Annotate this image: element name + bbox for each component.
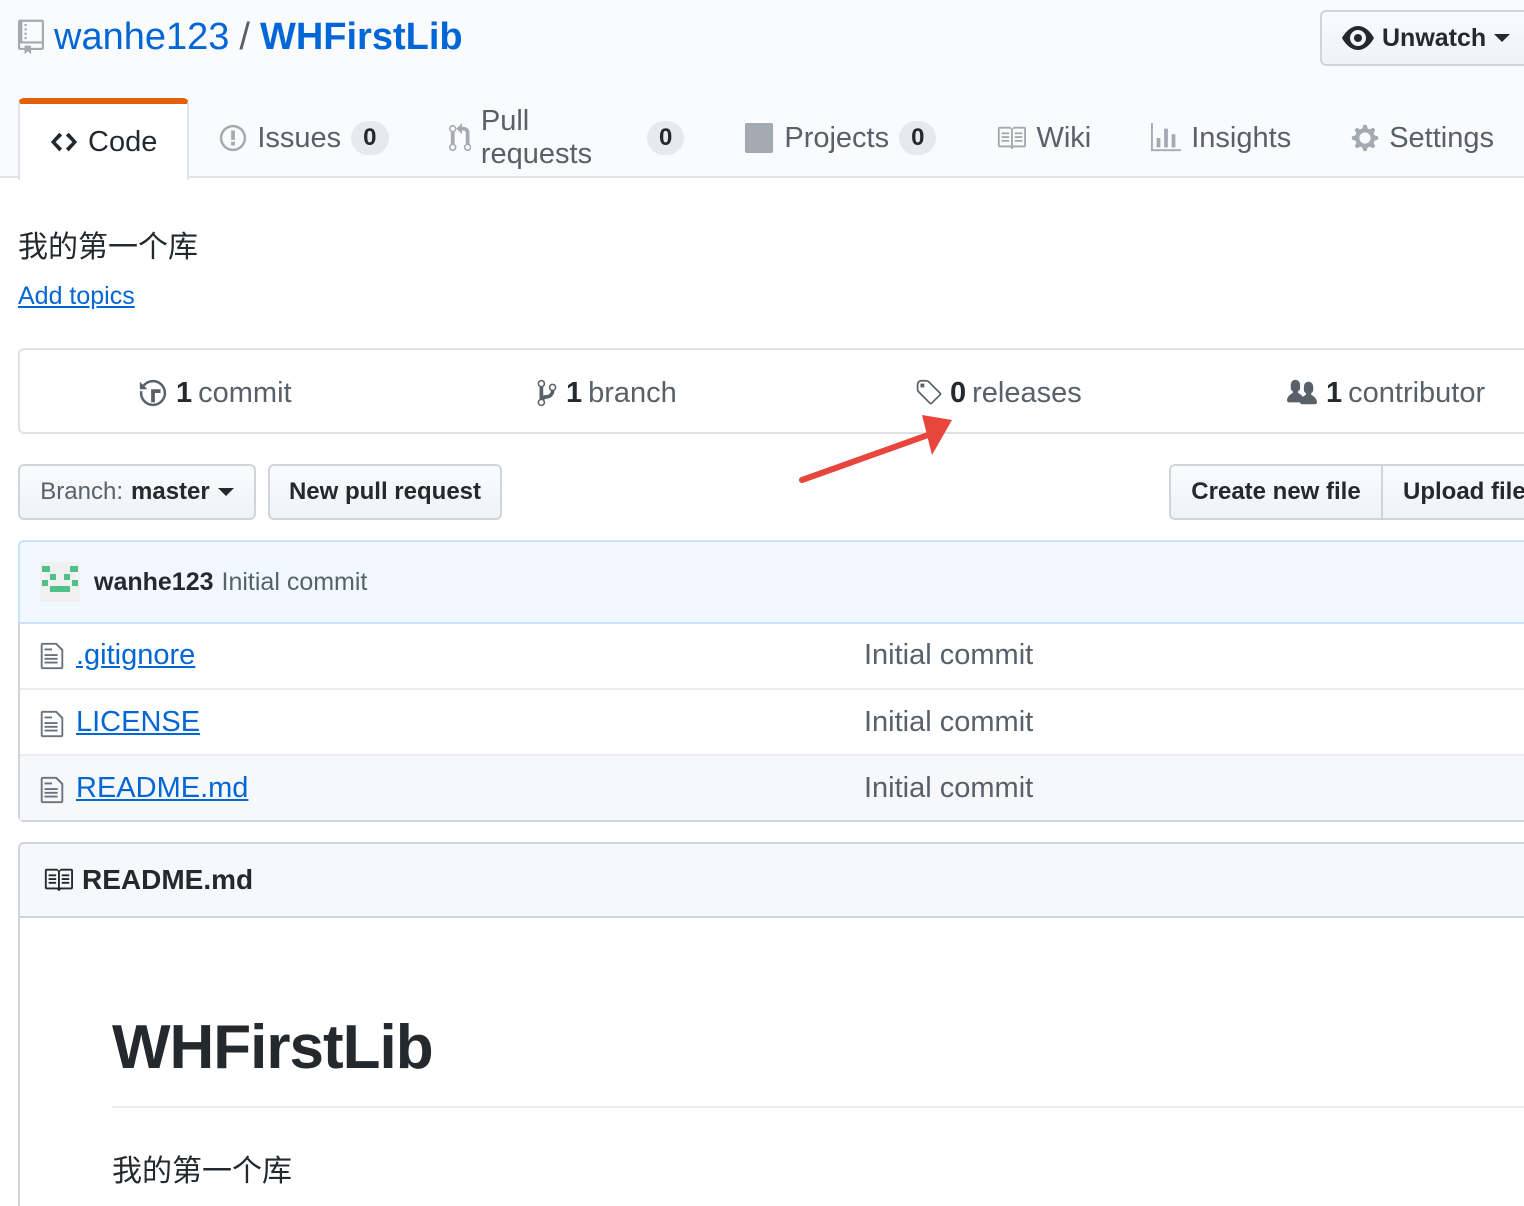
new-pull-request-button[interactable]: New pull request	[268, 464, 502, 520]
file-icon	[40, 776, 64, 804]
readme-header: README.md	[18, 842, 1524, 918]
projects-counter: 0	[899, 121, 937, 155]
file-list: .gitignore Initial commit LICENSE Initia…	[18, 622, 1524, 822]
code-icon	[50, 132, 78, 152]
project-icon	[745, 123, 774, 153]
tag-icon	[916, 379, 942, 405]
tab-pull-requests[interactable]: Pull requests 0	[419, 98, 715, 178]
file-commit-message[interactable]: Initial commit	[864, 639, 1033, 672]
readme-filename: README.md	[82, 864, 254, 895]
unwatch-button[interactable]: Unwatch	[1320, 10, 1524, 66]
repo-owner-link[interactable]: wanhe123	[54, 14, 229, 60]
issues-counter: 0	[351, 121, 389, 155]
contributors-summary[interactable]: 1 contributor	[1286, 350, 1485, 436]
file-icon	[40, 710, 64, 738]
repo-description: 我的第一个库	[18, 231, 198, 264]
avatar[interactable]	[40, 562, 80, 602]
history-icon	[139, 379, 167, 407]
create-new-file-button[interactable]: Create new file	[1169, 464, 1383, 520]
file-name-link[interactable]: .gitignore	[76, 639, 195, 672]
tab-insights[interactable]: Insights	[1121, 98, 1321, 178]
readme-body: WHFirstLib 我的第一个库	[18, 916, 1524, 1206]
tab-issues-label: Issues	[257, 121, 342, 154]
branches-summary[interactable]: 1 branch	[536, 350, 677, 436]
repo-name-link[interactable]: WHFirstLib	[260, 14, 463, 60]
chevron-down-icon	[217, 488, 234, 496]
repo-path-separator: /	[239, 16, 250, 58]
book-icon	[44, 868, 73, 892]
branches-label: branch	[588, 376, 677, 409]
tab-settings-label: Settings	[1389, 121, 1494, 154]
tab-projects[interactable]: Projects 0	[714, 98, 966, 178]
readme-heading: WHFirstLib	[112, 1013, 434, 1082]
file-name-link[interactable]: LICENSE	[76, 706, 200, 739]
tab-settings[interactable]: Settings	[1321, 98, 1524, 178]
repo-icon	[18, 19, 44, 55]
branch-prefix: Branch:	[40, 478, 123, 505]
commit-message[interactable]: Initial commit	[222, 568, 368, 597]
branches-count: 1	[566, 376, 583, 409]
repo-header: wanhe123 / WHFirstLib Unwatch Code Issue…	[0, 0, 1524, 180]
file-name-link[interactable]: README.md	[76, 772, 248, 805]
file-commit-message[interactable]: Initial commit	[864, 772, 1033, 805]
readme-paragraph: 我的第一个库	[112, 1155, 292, 1188]
repo-title: wanhe123 / WHFirstLib	[18, 14, 463, 60]
issue-icon	[220, 124, 247, 152]
book-icon	[998, 126, 1027, 150]
repo-nav-tabs: Code Issues 0 Pull requests 0 Projects 0…	[18, 98, 1524, 180]
file-row: README.md Initial commit	[20, 754, 1524, 820]
contributors-count: 1	[1326, 376, 1343, 409]
tab-issues[interactable]: Issues 0	[189, 98, 418, 178]
gear-icon	[1352, 124, 1379, 152]
add-topics-link[interactable]: Add topics	[18, 282, 135, 311]
tab-insights-label: Insights	[1191, 121, 1292, 154]
pull-requests-counter: 0	[647, 121, 685, 155]
commits-count: 1	[176, 376, 193, 409]
upload-files-button[interactable]: Upload files	[1381, 464, 1524, 520]
file-row: LICENSE Initial commit	[20, 688, 1524, 754]
commit-author[interactable]: wanhe123	[94, 568, 214, 597]
branch-name: master	[131, 478, 210, 505]
eye-icon	[1342, 26, 1374, 50]
chevron-down-icon	[1494, 34, 1511, 42]
tab-projects-label: Projects	[784, 121, 890, 154]
tab-wiki[interactable]: Wiki	[966, 98, 1121, 178]
commits-summary[interactable]: 1 commit	[138, 350, 292, 436]
graph-icon	[1151, 123, 1182, 152]
tab-pull-requests-label: Pull requests	[480, 105, 593, 170]
latest-commit-bar: wanhe123 Initial commit	[18, 540, 1524, 624]
branch-icon	[537, 379, 557, 407]
annotation-arrow	[799, 415, 952, 483]
file-row: .gitignore Initial commit	[20, 622, 1524, 688]
file-commit-message[interactable]: Initial commit	[864, 706, 1033, 739]
unwatch-label: Unwatch	[1382, 23, 1487, 52]
pull-request-icon	[448, 123, 471, 152]
readme-divider	[112, 1106, 1524, 1108]
releases-label: releases	[972, 376, 1082, 409]
numbers-summary: 1 commit 1 branch 0 releases 1 contribut…	[18, 348, 1524, 434]
contributors-label: contributor	[1348, 376, 1486, 409]
file-icon	[40, 642, 64, 670]
tab-code-label: Code	[88, 125, 158, 158]
releases-count: 0	[950, 376, 967, 409]
branch-select-button[interactable]: Branch: master	[18, 464, 256, 520]
tab-wiki-label: Wiki	[1036, 121, 1092, 154]
people-icon	[1287, 379, 1317, 405]
commits-label: commit	[198, 376, 292, 409]
tab-code[interactable]: Code	[18, 98, 190, 180]
